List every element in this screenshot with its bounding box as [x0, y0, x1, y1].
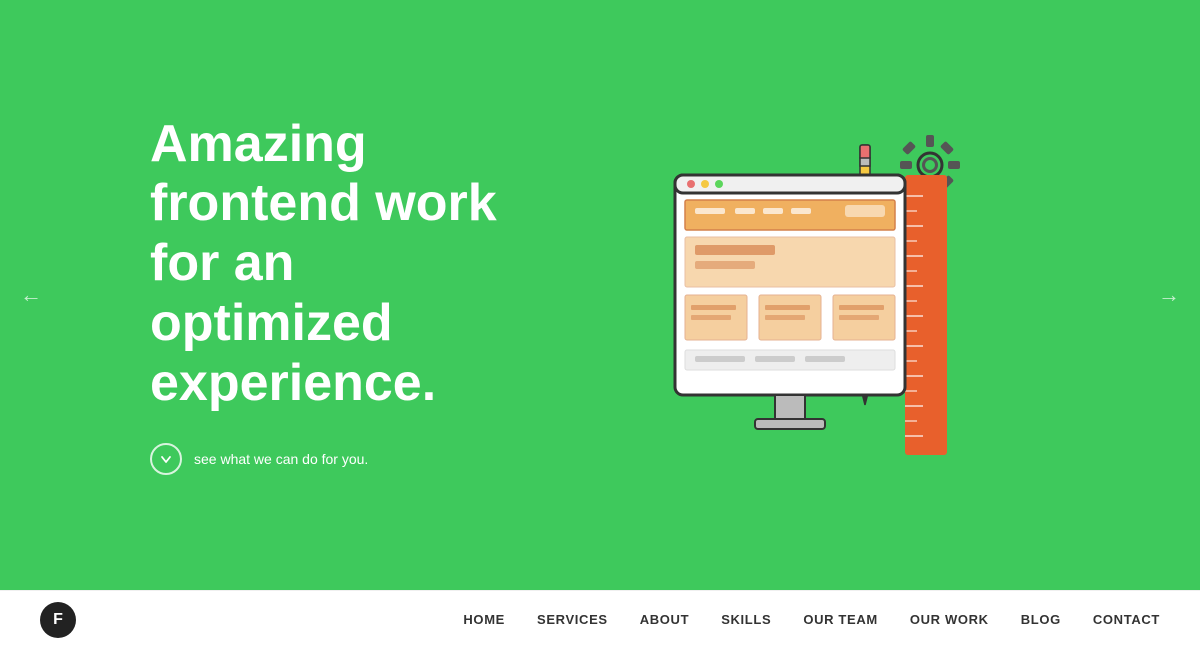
nav-item-home: HOME	[463, 611, 505, 629]
hero-section: ← Amazing frontend work for an optimized…	[0, 0, 1200, 590]
nav-item-contact: CONTACT	[1093, 611, 1160, 629]
next-arrow[interactable]: →	[1158, 282, 1180, 308]
hero-text: Amazing frontend work for an optimized e…	[150, 115, 600, 476]
nav-link-our-work[interactable]: OUR WORK	[910, 612, 989, 627]
prev-arrow[interactable]: ←	[20, 282, 42, 308]
illustration-svg	[655, 115, 995, 475]
bottom-navbar: F HOME SERVICES ABOUT SKILLS OUR TEAM OUR WOR…	[0, 590, 1200, 648]
logo: F	[40, 602, 76, 638]
nav-link-contact[interactable]: CONTACT	[1093, 612, 1160, 627]
nav-link-services[interactable]: SERVICES	[537, 612, 608, 627]
nav-link-about[interactable]: ABOUT	[640, 612, 689, 627]
nav-item-our-work: OUR WORK	[910, 611, 989, 629]
hero-title: Amazing frontend work for an optimized e…	[150, 115, 550, 414]
nav-item-blog: BLOG	[1021, 611, 1061, 629]
nav-link-our-team[interactable]: OUR TEAM	[803, 612, 878, 627]
nav-item-services: SERVICES	[537, 611, 608, 629]
nav-link-home[interactable]: HOME	[463, 612, 505, 627]
nav-link-skills[interactable]: SKILLS	[721, 612, 771, 627]
nav-link-blog[interactable]: BLOG	[1021, 612, 1061, 627]
hero-content: Amazing frontend work for an optimized e…	[150, 115, 1050, 476]
nav-links: HOME SERVICES ABOUT SKILLS OUR TEAM OUR WORK B…	[463, 611, 1160, 629]
nav-item-about: ABOUT	[640, 611, 689, 629]
cta-text: see what we can do for you.	[194, 451, 368, 467]
nav-item-skills: SKILLS	[721, 611, 771, 629]
hero-illustration	[600, 115, 1050, 475]
download-circle-icon	[150, 443, 182, 475]
hero-cta[interactable]: see what we can do for you.	[150, 443, 600, 475]
nav-item-our-team: OUR TEAM	[803, 611, 878, 629]
